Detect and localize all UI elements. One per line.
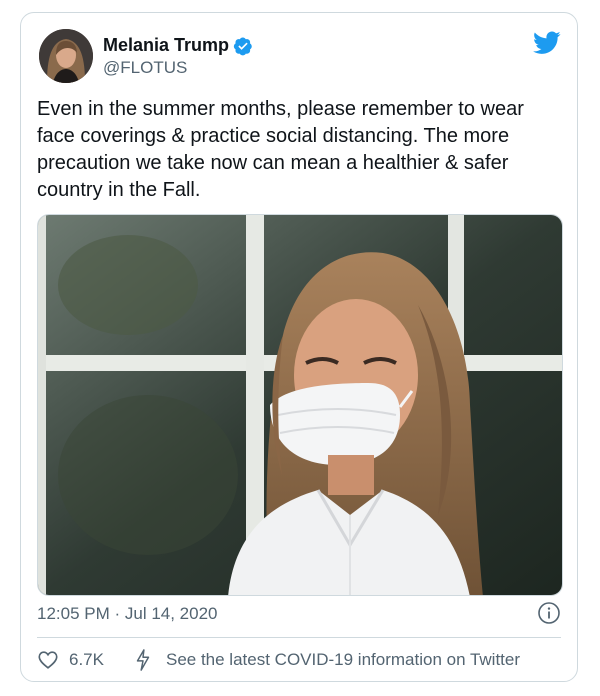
avatar[interactable] xyxy=(39,29,93,83)
tweet-timestamp[interactable]: 12:05 PM · Jul 14, 2020 xyxy=(37,604,218,624)
covid-info-link[interactable]: See the latest COVID-19 information on T… xyxy=(166,650,520,670)
author-row: Melania Trump xyxy=(103,35,253,56)
divider xyxy=(37,637,561,638)
tweet-card[interactable]: Melania Trump @FLOTUS Even in the summer… xyxy=(20,12,578,682)
author-handle[interactable]: @FLOTUS xyxy=(103,58,187,78)
heart-icon[interactable] xyxy=(37,649,59,671)
lightning-bolt-icon xyxy=(136,649,150,671)
like-count[interactable]: 6.7K xyxy=(69,650,104,670)
action-bar: 6.7K See the latest COVID-19 information… xyxy=(37,649,520,671)
author-name[interactable]: Melania Trump xyxy=(103,35,229,56)
tweet-photo[interactable] xyxy=(37,214,563,596)
info-icon[interactable] xyxy=(537,601,561,625)
verified-badge-icon xyxy=(233,36,252,55)
tweet-text: Even in the summer months, please rememb… xyxy=(37,98,524,201)
twitter-bird-icon[interactable] xyxy=(533,31,561,55)
